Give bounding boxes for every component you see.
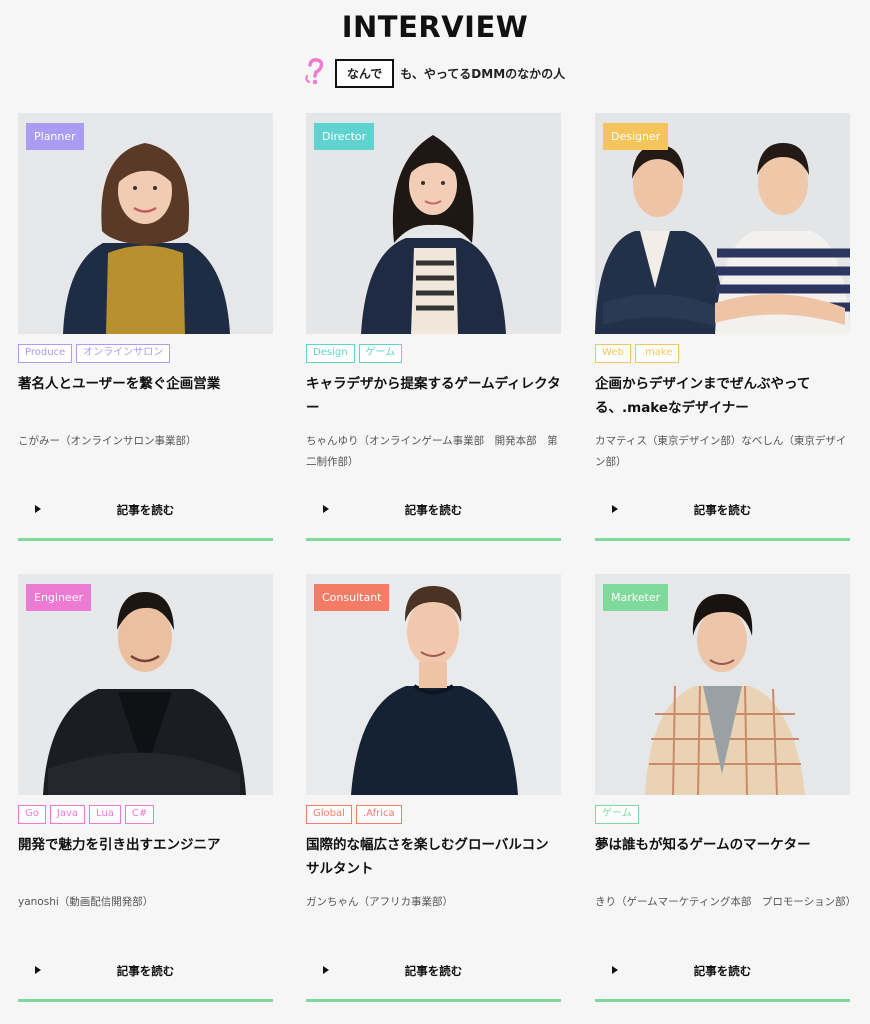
card-headline[interactable]: 企画からデザインまでぜんぶやってる、.makeなデザイナー	[595, 372, 850, 420]
role-badge: Consultant	[314, 584, 390, 611]
play-arrow-icon	[35, 966, 41, 974]
card-headline[interactable]: 著名人とユーザーを繋ぐ企画営業	[18, 372, 273, 396]
subtitle-text: も、やってるDMMのなかの人	[400, 66, 566, 81]
card-author: ちゃんゆり（オンラインゲーム事業部 開発本部 第二制作部）	[306, 435, 558, 468]
card-headline[interactable]: 夢は誰もが知るゲームのマーケター	[595, 833, 850, 857]
read-article-label: 記事を読む	[116, 964, 175, 978]
tag[interactable]: ゲーム	[595, 805, 639, 824]
role-badge: Planner	[26, 123, 84, 150]
read-article-button[interactable]: 記事を読む	[18, 953, 273, 989]
card-author: こがみー（オンラインサロン事業部）	[18, 435, 197, 447]
tag-list: Web .make	[595, 344, 680, 363]
read-article-button[interactable]: 記事を読む	[306, 953, 561, 989]
play-arrow-icon	[35, 505, 41, 513]
interview-photo[interactable]: Director	[306, 113, 561, 334]
role-badge: Designer	[603, 123, 669, 150]
interview-card-planner[interactable]: Planner Produce オンラインサロン 著名人とユーザーを繋ぐ企画営業…	[18, 113, 273, 541]
role-badge: Marketer	[603, 584, 669, 611]
card-underline	[306, 999, 561, 1002]
tag-list: Global .Africa	[306, 805, 402, 824]
tag-list: Go Java Lua C#	[18, 805, 155, 824]
page-title: INTERVIEW	[341, 10, 529, 44]
tag-list: ゲーム	[595, 805, 639, 824]
interview-photo[interactable]: Consultant	[306, 574, 561, 795]
tag[interactable]: Design	[306, 344, 355, 363]
interview-photo[interactable]: Designer	[595, 113, 850, 334]
tag[interactable]: .make	[634, 344, 680, 363]
play-arrow-icon	[323, 966, 329, 974]
tag[interactable]: C#	[124, 805, 155, 824]
tag-list: Design ゲーム	[306, 344, 403, 363]
page-subtitle: なんで も、やってるDMMのなかの人	[0, 58, 870, 88]
tag[interactable]: Java	[49, 805, 85, 824]
read-article-label: 記事を読む	[693, 503, 752, 517]
tag[interactable]: Web	[595, 344, 631, 363]
card-underline	[595, 999, 850, 1002]
card-headline[interactable]: キャラデザから提案するゲームディレクター	[306, 372, 561, 420]
read-article-button[interactable]: 記事を読む	[595, 953, 850, 989]
tag[interactable]: オンラインサロン	[76, 344, 171, 363]
read-article-label: 記事を読む	[404, 503, 463, 517]
tag[interactable]: .Africa	[355, 805, 402, 824]
interview-photo[interactable]: Planner	[18, 113, 273, 334]
role-badge: Director	[314, 123, 375, 150]
card-underline	[595, 538, 850, 541]
tag-list: Produce オンラインサロン	[18, 344, 171, 363]
read-article-button[interactable]: 記事を読む	[595, 492, 850, 528]
card-underline	[306, 538, 561, 541]
interview-card-designer[interactable]: Designer Web .make 企画からデザインまでぜんぶやってる、.ma…	[595, 113, 850, 541]
card-author: yanoshi（動画配信開発部）	[18, 896, 154, 908]
question-mark-icon	[305, 58, 327, 88]
tag[interactable]: Lua	[89, 805, 121, 824]
interview-card-engineer[interactable]: Engineer Go Java Lua C# 開発で魅力を引き出すエンジニア …	[18, 574, 273, 1002]
play-arrow-icon	[612, 966, 618, 974]
play-arrow-icon	[323, 505, 329, 513]
subtitle-boxed-word: なんで	[334, 58, 395, 88]
tag[interactable]: ゲーム	[358, 344, 403, 363]
card-underline	[18, 538, 273, 541]
role-badge: Engineer	[26, 584, 91, 611]
tag[interactable]: Produce	[18, 344, 73, 363]
read-article-label: 記事を読む	[404, 964, 463, 978]
interview-photo[interactable]: Marketer	[595, 574, 850, 795]
card-author: カマティス（東京デザイン部）なべしん（東京デザイン部）	[595, 435, 847, 468]
read-article-label: 記事を読む	[693, 964, 752, 978]
card-headline[interactable]: 開発で魅力を引き出すエンジニア	[18, 833, 273, 857]
card-author: きり（ゲームマーケティング本部 プロモーション部）	[595, 896, 857, 908]
read-article-button[interactable]: 記事を読む	[18, 492, 273, 528]
interview-card-marketer[interactable]: Marketer ゲーム 夢は誰もが知るゲームのマーケター きり（ゲームマーケテ…	[595, 574, 856, 1002]
card-underline	[18, 999, 273, 1002]
read-article-label: 記事を読む	[116, 503, 175, 517]
card-headline[interactable]: 国際的な幅広さを楽しむグローバルコンサルタント	[306, 833, 561, 881]
interview-card-director[interactable]: Director Design ゲーム キャラデザから提案するゲームディレクター…	[306, 113, 561, 541]
tag[interactable]: Global	[306, 805, 352, 824]
play-arrow-icon	[612, 505, 618, 513]
tag[interactable]: Go	[18, 805, 46, 824]
interview-photo[interactable]: Engineer	[18, 574, 273, 795]
interview-card-consultant[interactable]: Consultant Global .Africa 国際的な幅広さを楽しむグロー…	[306, 574, 561, 1002]
card-author: ガンちゃん（アフリカ事業部）	[306, 896, 453, 908]
read-article-button[interactable]: 記事を読む	[306, 492, 561, 528]
